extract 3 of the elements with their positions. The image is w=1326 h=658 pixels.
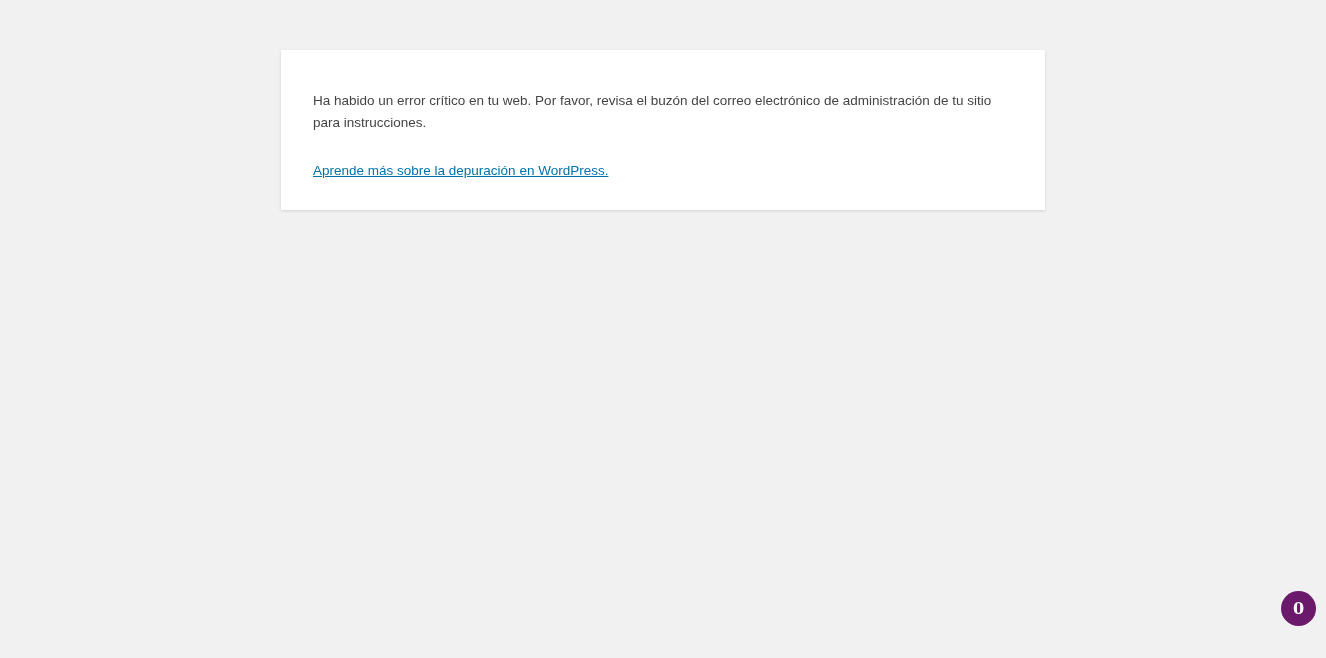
error-message: Ha habido un error crítico en tu web. Por favor, revisa el buzón del correo electrónico de administración de tu sitio para instrucciones. (313, 92, 993, 132)
debugging-link[interactable]: Aprende más sobre la depuración en WordPress. (313, 163, 609, 178)
counter-badge[interactable]: 0 (1281, 591, 1316, 626)
